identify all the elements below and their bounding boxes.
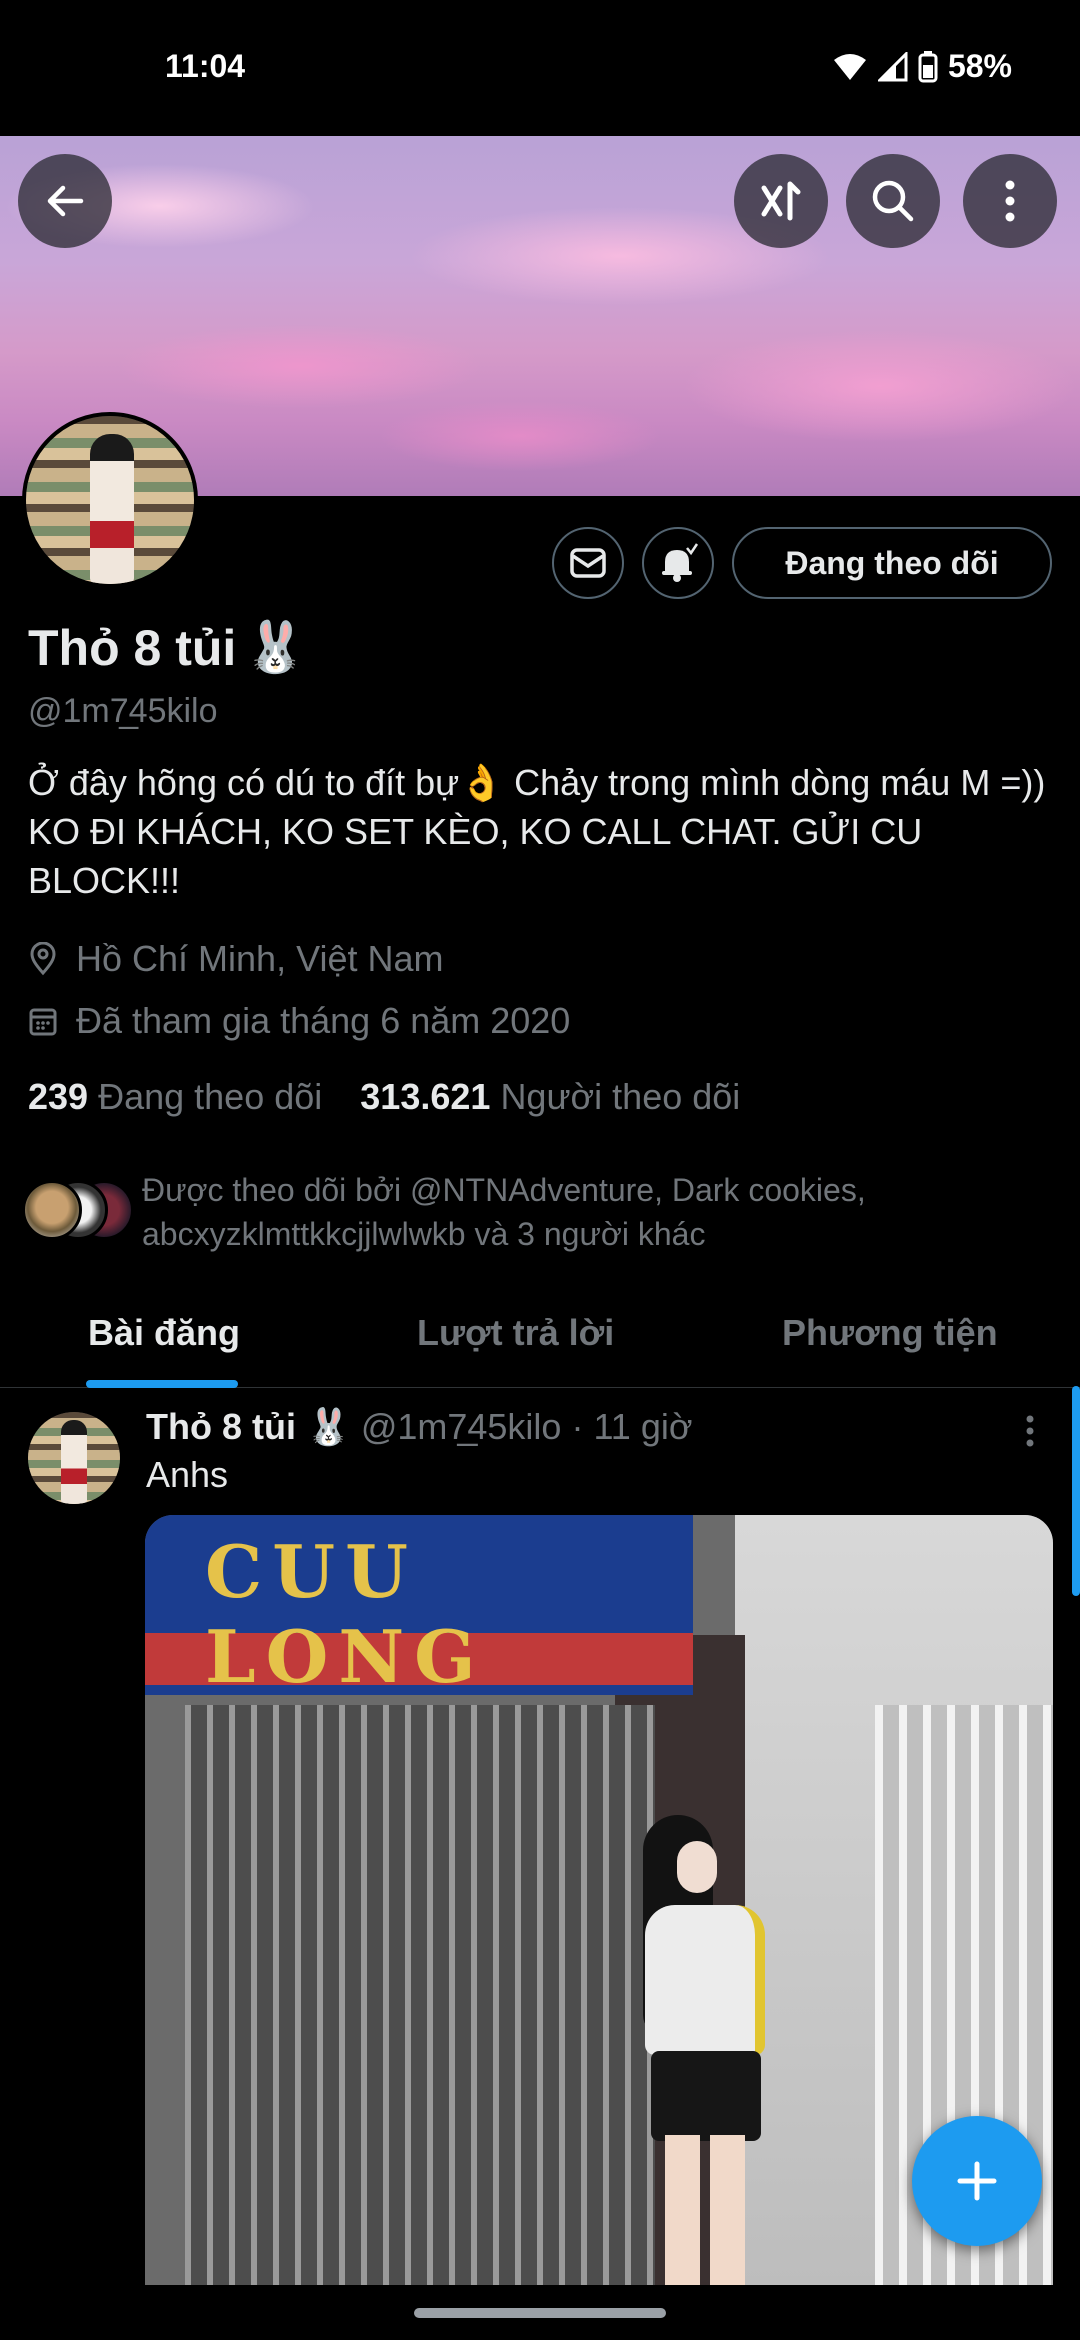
profile-handle: @1m7̲45kilo (28, 692, 218, 730)
post-meta: @1m7̲45kilo · 11 giờ (360, 1406, 693, 1447)
media-sign: CUU LONG (145, 1515, 693, 1699)
post-header: Thỏ 8 tủi 🐰 @1m7̲45kilo · 11 giờ (146, 1406, 692, 1448)
media-sign-text: CUU LONG (205, 1529, 486, 1699)
bell-check-icon (662, 543, 699, 582)
battery-icon (918, 50, 938, 82)
search-icon (872, 180, 914, 222)
avatar (22, 1180, 82, 1240)
profile-tabs: Bài đăng Lượt trả lời Phương tiện (0, 1280, 1080, 1388)
follow-counts: 239 Đang theo dõi 313.621 Người theo dõi (28, 1076, 740, 1118)
mutual-avatars (22, 1180, 140, 1244)
person-face (677, 1841, 717, 1893)
post-text: Anhs (146, 1454, 229, 1495)
grok-button[interactable] (734, 154, 828, 248)
profile-avatar[interactable] (22, 412, 198, 588)
profile-bio: Ở đây hõng có dú to đít bự👌 Chảy trong m… (28, 762, 1046, 901)
display-name: Thỏ 8 tủi 🐰 (28, 618, 307, 677)
home-indicator[interactable] (414, 2308, 666, 2318)
followers-link[interactable]: 313.621 Người theo dõi (360, 1076, 740, 1118)
followers-label: Người theo dõi (500, 1076, 741, 1117)
person-shorts (651, 2051, 761, 2141)
location-pin-icon (30, 942, 56, 976)
followed-by-text: Được theo dõi bởi @NTNAdventure, Dark co… (142, 1172, 866, 1252)
following-button[interactable]: Đang theo dõi (732, 527, 1052, 599)
more-options-button[interactable] (963, 154, 1057, 248)
following-label: Đang theo dõi (98, 1076, 323, 1117)
more-vertical-icon (1005, 180, 1015, 222)
following-link[interactable]: 239 Đang theo dõi (28, 1076, 322, 1118)
joined-text: Đã tham gia tháng 6 năm 2020 (76, 1000, 571, 1041)
arrow-left-icon (47, 185, 84, 217)
search-button[interactable] (846, 154, 940, 248)
media-gate (185, 1705, 655, 2285)
person-legs (665, 2135, 745, 2285)
status-bar: 11:04 58% (0, 0, 1080, 136)
followers-count: 313.621 (360, 1076, 491, 1117)
notifications-button[interactable] (642, 527, 714, 599)
rabbit-emoji: 🐰 (244, 619, 307, 675)
post-author-name[interactable]: Thỏ 8 tủi (146, 1406, 296, 1448)
location-text: Hồ Chí Minh, Việt Nam (76, 938, 444, 979)
tab-media[interactable]: Phương tiện (782, 1312, 998, 1354)
joined-row: Đã tham gia tháng 6 năm 2020 (28, 1000, 570, 1042)
message-button[interactable] (552, 527, 624, 599)
avatar-figure (90, 434, 134, 584)
tab-posts[interactable]: Bài đăng (88, 1312, 240, 1354)
calendar-icon (29, 1008, 57, 1036)
location-row: Hồ Chí Minh, Việt Nam (28, 938, 443, 980)
mail-icon (570, 548, 606, 578)
media-person (615, 1815, 775, 2285)
post-avatar[interactable] (28, 1412, 120, 1504)
followed-by-row[interactable]: Được theo dõi bởi @NTNAdventure, Dark co… (22, 1168, 1042, 1256)
compose-post-button[interactable] (912, 2116, 1042, 2246)
person-shirt (645, 1905, 765, 2055)
tab-replies[interactable]: Lượt trả lời (417, 1312, 614, 1354)
battery-percent: 58% (947, 48, 1012, 84)
status-icons: 58% (832, 48, 1012, 85)
following-count: 239 (28, 1076, 89, 1117)
status-time: 11:04 (165, 48, 246, 84)
post-more-icon[interactable] (1024, 1414, 1036, 1448)
grok-icon (761, 181, 801, 221)
plus-icon (957, 2161, 997, 2201)
avatar-figure (61, 1420, 87, 1504)
cellular-signal-icon (877, 51, 908, 81)
display-name-text: Thỏ 8 tủi (28, 619, 237, 676)
active-tab-indicator (86, 1380, 238, 1388)
scrollbar-thumb[interactable] (1072, 1386, 1080, 1596)
post-author-emoji: 🐰 (305, 1406, 351, 1447)
back-button[interactable] (18, 154, 112, 248)
wifi-icon (833, 53, 866, 80)
